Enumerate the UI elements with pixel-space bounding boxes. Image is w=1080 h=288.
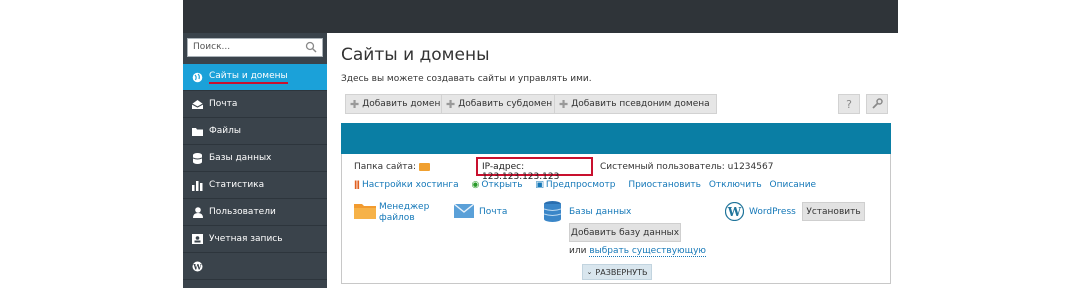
plus-icon: ✚ — [559, 97, 569, 111]
file-manager-link[interactable]: Менеджер файлов — [379, 202, 439, 224]
search-input[interactable]: Поиск... — [187, 38, 323, 57]
sidebar-item-label: Сайты и домены — [209, 71, 288, 84]
ip-address-highlight: IP-адрес: 123.123.123.123 — [476, 157, 593, 182]
sidebar-item-label: Почта — [209, 99, 238, 109]
databases-link[interactable]: Базы данных — [569, 207, 631, 217]
sidebar-item-wordpress[interactable]: W — [183, 253, 327, 280]
wrench-icon — [872, 98, 883, 109]
search-placeholder: Поиск... — [193, 42, 231, 52]
add-alias-label: Добавить псевдоним домена — [571, 99, 710, 109]
disable-link[interactable]: Отключить — [709, 180, 762, 190]
open-link[interactable]: ◉ Открыть — [472, 180, 528, 190]
sidebar-item-databases[interactable]: Базы данных — [183, 145, 327, 172]
hosting-settings-label: Настройки хостинга — [361, 180, 459, 190]
user-icon — [192, 206, 203, 218]
install-wordpress-button[interactable]: Установить — [802, 202, 865, 221]
preview-label: Предпросмотр — [545, 180, 616, 190]
wordpress-icon: W — [725, 202, 744, 221]
mail-link[interactable]: Почта — [479, 207, 507, 217]
sidebar-item-users[interactable]: Пользователи — [183, 199, 327, 226]
sidebar-item-mail[interactable]: Почта — [183, 91, 327, 118]
globe-icon: ◉ — [471, 180, 480, 190]
domain-header-bar — [341, 123, 891, 154]
database-icon — [544, 201, 561, 222]
database-icon — [192, 152, 203, 164]
expand-label: РАЗВЕРНУТЬ — [595, 267, 648, 277]
file-manager-folder-icon — [354, 204, 376, 219]
add-database-button[interactable]: Добавить базу данных — [569, 223, 681, 242]
main-content: Сайты и домены Здесь вы можете создавать… — [341, 0, 891, 288]
sidebar-item-account[interactable]: Учетная запись — [183, 226, 327, 253]
bar-chart-icon — [192, 180, 203, 191]
svg-text:W: W — [727, 205, 742, 219]
sidebar-item-label: Статистика — [209, 180, 265, 190]
ip-address: IP-адрес: 123.123.123.123 — [482, 162, 560, 182]
sidebar: Поиск... Сайты и домены Почта Файлы Базы… — [183, 33, 327, 288]
hosting-settings-icon: ǁ — [354, 180, 360, 190]
expand-button[interactable]: ⌄ РАЗВЕРНУТЬ — [582, 264, 652, 280]
sidebar-item-label: Файлы — [209, 126, 241, 136]
sidebar-item-statistics[interactable]: Статистика — [183, 172, 327, 199]
chevron-down-icon: ⌄ — [586, 268, 593, 276]
sidebar-item-sites-domains[interactable]: Сайты и домены — [183, 64, 327, 91]
wordpress-icon: W — [192, 261, 203, 272]
sidebar-item-label: Пользователи — [209, 207, 276, 217]
site-folder-label: Папка сайта: — [354, 162, 417, 172]
system-user: Системный пользователь: u1234567 — [600, 162, 774, 172]
plus-icon: ✚ — [446, 97, 456, 111]
wordpress-link[interactable]: WordPress — [749, 207, 796, 217]
domain-panel: Папка сайта: IP-адрес: 123.123.123.123 С… — [341, 154, 891, 284]
select-existing-link[interactable]: выбрать существующую — [589, 246, 706, 257]
description-link[interactable]: Описание — [770, 180, 817, 190]
preview-icon: ▣ — [535, 180, 544, 190]
mail-icon — [192, 99, 203, 110]
search-icon[interactable] — [305, 41, 317, 53]
page-subtitle: Здесь вы можете создавать сайты и управл… — [341, 74, 592, 84]
question-icon: ? — [846, 97, 852, 111]
add-domain-button[interactable]: ✚ Добавить домен — [345, 94, 448, 114]
page-title: Сайты и домены — [341, 45, 490, 65]
globe-icon — [192, 72, 203, 83]
help-button[interactable]: ? — [838, 94, 860, 114]
preview-link[interactable]: ▣ Предпросмотр — [535, 180, 620, 190]
site-folder-row: Папка сайта: — [354, 162, 431, 172]
select-existing-row: или выбрать существующую — [569, 246, 706, 257]
folder-icon — [192, 126, 203, 137]
add-subdomain-label: Добавить субдомен — [458, 99, 553, 109]
folder-icon[interactable] — [419, 162, 431, 171]
account-card-icon — [192, 234, 203, 245]
domain-actions: ǁ Настройки хостинга ◉ Открыть ▣ Предпросмо… — [354, 180, 821, 190]
sidebar-item-label: Учетная запись — [209, 234, 283, 244]
plus-icon: ✚ — [350, 97, 360, 111]
suspend-link[interactable]: Приостановить — [628, 180, 701, 190]
add-domain-label: Добавить домен — [362, 99, 441, 109]
sidebar-item-label: Базы данных — [209, 153, 272, 163]
hosting-settings-link[interactable]: ǁ Настройки хостинга — [354, 180, 464, 190]
open-label: Открыть — [481, 180, 523, 190]
or-label: или — [569, 246, 587, 256]
add-domain-alias-button[interactable]: ✚ Добавить псевдоним домена — [554, 94, 717, 114]
sidebar-item-files[interactable]: Файлы — [183, 118, 327, 145]
svg-text:W: W — [192, 262, 202, 271]
add-subdomain-button[interactable]: ✚ Добавить субдомен — [441, 94, 560, 114]
settings-button[interactable] — [866, 94, 888, 114]
mail-icon — [454, 204, 474, 218]
